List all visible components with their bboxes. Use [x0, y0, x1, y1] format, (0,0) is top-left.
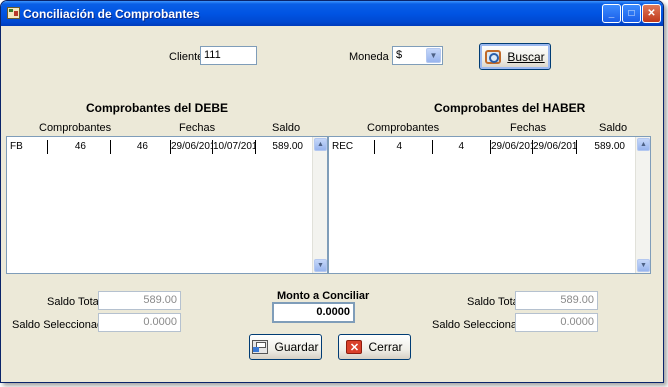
debe-scrollbar[interactable]: ▲ ▼: [312, 137, 327, 273]
haber-cell-numero2: 4: [433, 140, 491, 154]
scroll-up-icon[interactable]: ▲: [637, 138, 650, 151]
debe-title: Comprobantes del DEBE: [86, 101, 229, 115]
debe-col-fechas: Fechas: [179, 122, 216, 134]
scroll-down-icon[interactable]: ▼: [314, 259, 327, 272]
haber-saldo-seleccionado-field: 0.0000: [515, 313, 598, 332]
debe-saldo-seleccionado-label: Saldo Seleccionado: [12, 319, 110, 331]
cerrar-label: Cerrar: [368, 340, 403, 354]
debe-cell-numero2: 46: [111, 140, 171, 154]
scroll-down-icon[interactable]: ▼: [637, 259, 650, 272]
buscar-label: Buscar: [507, 49, 545, 64]
guardar-button[interactable]: Guardar: [249, 334, 322, 360]
debe-cell-saldo: 589.00: [272, 141, 303, 152]
debe-cell-numero: 46: [48, 140, 111, 154]
chevron-down-icon[interactable]: ▼: [426, 48, 441, 63]
scroll-up-icon[interactable]: ▲: [314, 138, 327, 151]
client-area: Cliente 111 Moneda $ ▼ Buscar Comprobant…: [4, 26, 660, 381]
haber-title: Comprobantes del HABER: [434, 101, 586, 115]
monto-input[interactable]: 0.0000: [272, 302, 355, 323]
debe-saldo-total-field: 589.00: [98, 291, 181, 310]
moneda-select[interactable]: $ ▼: [392, 46, 443, 65]
minimize-button[interactable]: _: [602, 4, 621, 23]
haber-cell-fecha1: 29/06/201: [491, 140, 533, 154]
cliente-input[interactable]: 111: [200, 46, 257, 65]
haber-cell-tipo: REC: [332, 141, 354, 152]
haber-saldo-total-field: 589.00: [515, 291, 598, 310]
haber-cell-letra: [352, 140, 375, 154]
debe-col-comprobantes: Comprobantes: [39, 122, 112, 134]
close-icon: ✕: [346, 340, 363, 354]
haber-col-saldo: Saldo: [599, 122, 628, 134]
debe-cell-tipo: FB: [10, 141, 23, 152]
maximize-button[interactable]: □: [622, 4, 641, 23]
haber-scrollbar[interactable]: ▲ ▼: [635, 137, 650, 273]
save-icon: [252, 340, 269, 354]
debe-grid[interactable]: FB 46 46 29/06/201 10/07/201 589.00 ▲ ▼: [6, 136, 328, 274]
haber-cell-saldo: 589.00: [594, 141, 625, 152]
title-bar[interactable]: Conciliación de Comprobantes _ □ ✕: [1, 1, 663, 26]
search-icon: [485, 49, 502, 64]
guardar-label: Guardar: [274, 340, 319, 354]
close-window-button[interactable]: ✕: [642, 4, 661, 23]
monto-label: Monto a Conciliar: [277, 290, 370, 302]
app-icon: [7, 7, 20, 19]
conciliacion-window: Conciliación de Comprobantes _ □ ✕ Clien…: [0, 0, 664, 383]
cerrar-button[interactable]: ✕ Cerrar: [338, 334, 411, 360]
table-row[interactable]: REC 4 4 29/06/201 29/06/201 589.00: [329, 140, 650, 154]
haber-cell-fecha2: 29/06/201: [533, 140, 577, 154]
debe-cell-fecha1: 29/06/201: [171, 140, 213, 154]
haber-cell-numero: 4: [375, 140, 433, 154]
debe-cell-fecha2: 10/07/201: [213, 140, 256, 154]
debe-col-saldo: Saldo: [272, 122, 301, 134]
debe-saldo-seleccionado-field: 0.0000: [98, 313, 181, 332]
haber-grid[interactable]: REC 4 4 29/06/201 29/06/201 589.00 ▲ ▼: [328, 136, 651, 274]
buscar-button[interactable]: Buscar: [479, 43, 551, 70]
debe-saldo-total-label: Saldo Total: [47, 296, 102, 308]
haber-saldo-total-label: Saldo Total: [467, 296, 522, 308]
moneda-value: $: [396, 49, 403, 61]
moneda-label: Moneda: [349, 51, 389, 63]
debe-cell-letra: [30, 140, 48, 154]
window-title: Conciliación de Comprobantes: [23, 7, 200, 21]
table-row[interactable]: FB 46 46 29/06/201 10/07/201 589.00: [7, 140, 327, 154]
haber-col-comprobantes: Comprobantes: [367, 122, 440, 134]
cliente-label: Cliente: [169, 51, 204, 63]
haber-col-fechas: Fechas: [510, 122, 547, 134]
